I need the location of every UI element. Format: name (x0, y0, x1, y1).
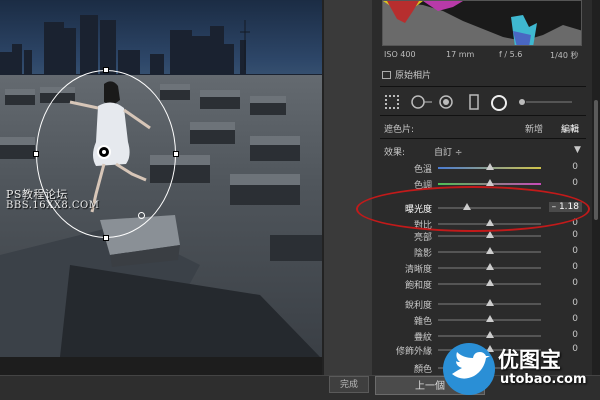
slider-thumb[interactable] (485, 231, 494, 238)
slider-label: 亮部 (413, 233, 432, 243)
slider-thumb[interactable] (485, 247, 494, 254)
slider-row: 陰影 0 (384, 246, 584, 259)
exif-iso: ISO 400 (384, 50, 416, 59)
bird-logo-icon (443, 343, 495, 395)
mask-feather-pin[interactable] (138, 212, 145, 219)
slider-value: 0 (572, 162, 578, 172)
exif-shutter: 1/40 秒 (550, 51, 579, 60)
slider-label: 飽和度 (404, 281, 432, 291)
slider-value: 0 (572, 178, 578, 188)
radial-filter-icon[interactable] (490, 94, 508, 112)
slider-label: 清晰度 (404, 265, 432, 275)
slider-label: 雜色 (413, 317, 432, 327)
adjustment-brush-icon[interactable] (516, 94, 572, 110)
slider-thumb[interactable] (485, 315, 494, 322)
slider-row: 銳利度 0 (384, 298, 584, 311)
red-eye-icon[interactable] (438, 94, 454, 110)
original-photo-label: 原始相片 (395, 71, 432, 81)
slider-row: 色溫 0 (384, 162, 584, 175)
done-button[interactable]: 完成 (329, 376, 369, 393)
logo-text-domain: utobao.com (500, 372, 587, 387)
slider-label: 修飾外緣 (395, 347, 432, 357)
divider (380, 115, 586, 116)
slider-value: 0 (572, 262, 578, 272)
mask-handle-bottom[interactable] (103, 235, 109, 241)
slider-value: 0 (572, 230, 578, 240)
slider-row: 飽和度 0 (384, 278, 584, 291)
effect-preset-dropdown[interactable]: 自訂 ÷ (434, 145, 462, 158)
mask-handle-top[interactable] (103, 67, 109, 73)
slider-value: 0 (572, 278, 578, 288)
mask-handle-left[interactable] (33, 151, 39, 157)
annotation-highlight-ellipse (356, 186, 590, 232)
slider-thumb[interactable] (485, 263, 494, 270)
divider (380, 138, 586, 139)
slider-thumb[interactable] (485, 299, 494, 306)
effect-label: 效果: (384, 148, 406, 158)
mask-handle-right[interactable] (173, 151, 179, 157)
mask-center-pin[interactable] (97, 145, 111, 159)
exif-info: ISO 400 17 mm f / 5.6 1/40 秒 (384, 50, 580, 62)
slider-value: 0 (572, 246, 578, 256)
mask-label: 遮色片: (384, 125, 415, 135)
crop-tool-icon[interactable] (384, 94, 400, 110)
slider-label: 疊紋 (413, 333, 432, 343)
panel-gutter (322, 0, 372, 375)
slider-thumb[interactable] (485, 179, 494, 186)
slider-label: 陰影 (413, 249, 432, 259)
slider-label: 銳利度 (404, 301, 432, 311)
histogram[interactable] (382, 0, 582, 46)
slider-thumb[interactable] (485, 331, 494, 338)
photo-canvas[interactable]: PS教程论坛 BBS.16XX8.COM (0, 0, 322, 357)
slider-thumb[interactable] (485, 163, 494, 170)
mask-new-button[interactable]: 新增 (525, 122, 543, 135)
mask-edit-button[interactable]: 編輯 (561, 122, 579, 135)
slider-row: 雜色 0 (384, 314, 584, 327)
slider-label: 顏色 (413, 365, 432, 375)
slider-label: 色溫 (413, 165, 432, 175)
spot-removal-icon[interactable] (410, 94, 432, 110)
slider-value: 0 (572, 330, 578, 340)
slider-thumb[interactable] (485, 279, 494, 286)
checkbox-icon[interactable] (382, 71, 391, 79)
logo-text-chinese: 优图宝 (498, 348, 561, 372)
tool-strip (382, 92, 582, 112)
site-logo: 优图宝 utobao.com (440, 340, 598, 400)
exif-focal-length: 17 mm (446, 50, 475, 59)
slider-row: 清晰度 0 (384, 262, 584, 275)
original-photo-toggle[interactable]: 原始相片 (382, 68, 431, 81)
divider (380, 86, 586, 87)
panel-scroll-thumb[interactable] (594, 100, 598, 220)
slider-value: 0 (572, 298, 578, 308)
slider-value: 0 (572, 314, 578, 324)
collapse-arrow-icon[interactable]: ▼ (574, 145, 581, 155)
graduated-filter-icon[interactable] (468, 94, 480, 110)
exif-aperture: f / 5.6 (499, 50, 523, 59)
